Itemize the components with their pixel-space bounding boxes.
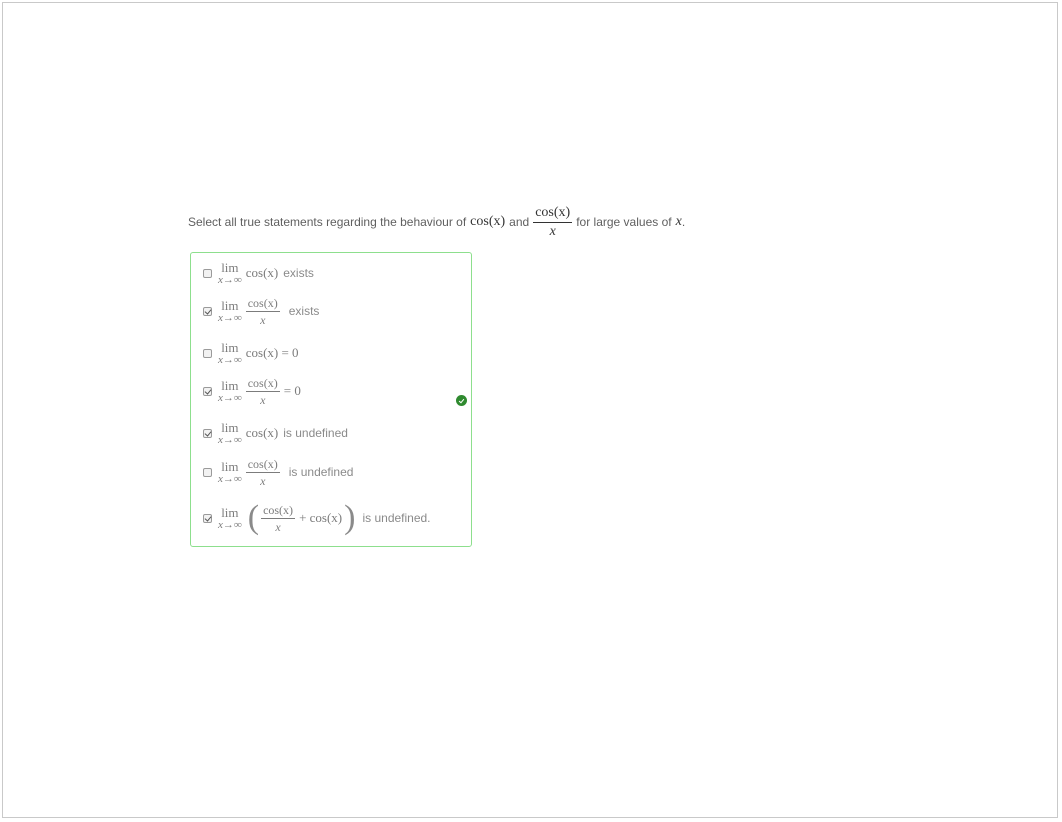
option-fraction: cos(x) x — [245, 456, 280, 488]
option-text: exists — [288, 304, 320, 318]
question-prefix: Select all true statements regarding the… — [188, 215, 467, 229]
limit-notation: lim x→∞ — [218, 299, 242, 324]
fraction-numerator: cos(x) — [533, 205, 573, 223]
answer-option-1[interactable]: lim x→∞ cos(x) exists — [191, 253, 314, 293]
checkbox-2[interactable] — [203, 306, 212, 316]
question-period: . — [681, 215, 686, 229]
lim-sub: x→∞ — [218, 273, 242, 286]
limit-notation: lim x→∞ — [218, 261, 242, 286]
option-text: is undefined — [283, 426, 348, 440]
fraction-denominator: x — [549, 223, 556, 239]
right-paren-icon: ) — [344, 499, 356, 536]
lim-sub: x→∞ — [218, 472, 242, 485]
checkbox-7[interactable] — [203, 513, 212, 523]
option-expr: cos(x) — [245, 265, 279, 280]
checkbox-3[interactable] — [203, 348, 212, 358]
lim-word: lim — [221, 377, 239, 393]
fraction-denominator: x — [275, 519, 281, 534]
option-text: is undefined. — [362, 511, 431, 525]
option-text: exists — [283, 266, 314, 280]
lim-word: lim — [221, 458, 239, 474]
option-expr: cos(x) = 0 — [245, 345, 299, 360]
checkbox-4[interactable] — [203, 386, 212, 396]
question-suffix: for large values of — [576, 215, 672, 229]
answer-option-2[interactable]: lim x→∞ cos(x) x exists — [191, 291, 319, 331]
answer-option-6[interactable]: lim x→∞ cos(x) x is undefined — [191, 452, 353, 492]
option-fraction: cos(x) x — [245, 295, 280, 327]
option-fraction: cos(x) x — [245, 375, 280, 407]
option-tail: = 0 — [283, 383, 301, 398]
option-fraction: cos(x) x — [261, 502, 296, 534]
lim-sub: x→∞ — [218, 311, 242, 324]
question-text: Select all true statements regarding the… — [188, 205, 685, 239]
limit-notation: lim x→∞ — [218, 421, 242, 446]
limit-notation: lim x→∞ — [218, 379, 242, 404]
option-expr: cos(x) — [245, 425, 279, 440]
fraction-denominator: x — [260, 312, 266, 327]
limit-notation: lim x→∞ — [218, 341, 242, 366]
check-circle-icon — [456, 395, 467, 406]
option-plus-term: + cos(x) — [299, 510, 343, 525]
page-frame — [2, 2, 1058, 818]
fraction-denominator: x — [260, 392, 266, 407]
answer-option-5[interactable]: lim x→∞ cos(x) is undefined — [191, 413, 348, 453]
lim-word: lim — [221, 339, 239, 355]
lim-word: lim — [221, 297, 239, 313]
lim-sub: x→∞ — [218, 391, 242, 404]
checkbox-5[interactable] — [203, 428, 212, 438]
lim-word: lim — [221, 419, 239, 435]
fraction-numerator: cos(x) — [245, 456, 280, 473]
fraction-denominator: x — [260, 473, 266, 488]
fraction-numerator: cos(x) — [245, 375, 280, 392]
question-and: and — [509, 215, 530, 229]
limit-notation: lim x→∞ — [218, 506, 242, 531]
lim-sub: x→∞ — [218, 433, 242, 446]
fraction-numerator: cos(x) — [245, 295, 280, 312]
limit-notation: lim x→∞ — [218, 460, 242, 485]
answer-list: lim x→∞ cos(x) exists lim x→∞ cos(x) x exi… — [190, 252, 472, 547]
checkbox-1[interactable] — [203, 268, 212, 278]
answer-option-3[interactable]: lim x→∞ cos(x) = 0 — [191, 333, 299, 373]
question-cos-x: cos(x) — [470, 214, 506, 229]
fraction-numerator: cos(x) — [261, 502, 296, 519]
option-text: is undefined — [288, 465, 354, 479]
lim-word: lim — [221, 504, 239, 520]
lim-word: lim — [221, 259, 239, 275]
lim-sub: x→∞ — [218, 518, 242, 531]
answer-option-7[interactable]: lim x→∞ ( cos(x) x + cos(x) ) is undefine… — [191, 498, 431, 538]
checkbox-6[interactable] — [203, 467, 212, 477]
lim-sub: x→∞ — [218, 353, 242, 366]
question-fraction: cos(x) x — [533, 205, 573, 239]
answer-option-4[interactable]: lim x→∞ cos(x) x = 0 — [191, 371, 301, 411]
left-paren-icon: ( — [247, 499, 260, 536]
